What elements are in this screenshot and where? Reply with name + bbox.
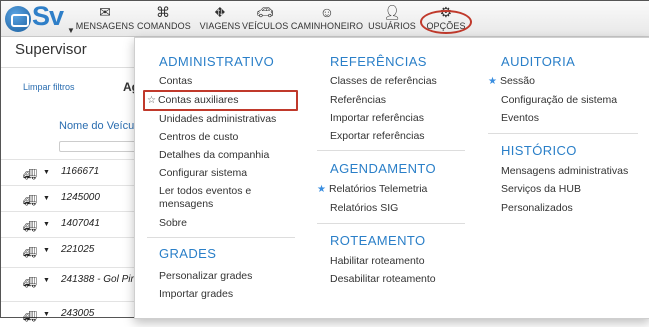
section-heading-administrativo: ADMINISTRATIVO xyxy=(159,54,275,69)
page-title: Supervisor xyxy=(15,41,87,58)
truck-icon: 🚚︎ xyxy=(23,195,37,207)
menu-item-unidades-administrativas[interactable]: Unidades administrativas xyxy=(159,113,276,126)
menu-item-configurar-sistema[interactable]: Configurar sistema xyxy=(159,167,247,180)
nav-usuarios[interactable]: 👤︎ USUÁRIOS xyxy=(368,3,416,35)
chevron-down-icon: ▼ xyxy=(67,26,75,35)
menu-item-habilitar-roteamento[interactable]: Habilitar roteamento xyxy=(330,255,425,268)
menu-item-configuracao-de-sistema[interactable]: Configuração de sistema xyxy=(501,94,617,107)
menu-item-contas[interactable]: Contas xyxy=(159,75,192,88)
truck-icon: 🚚︎ xyxy=(23,169,37,181)
section-heading-auditoria: AUDITORIA xyxy=(501,54,576,69)
car-icon: 🚗︎ xyxy=(256,4,274,20)
menu-item-ler-todos-eventos[interactable]: Ler todos eventos e mensagens xyxy=(159,185,279,211)
vehicle-name: 221025 xyxy=(61,244,95,255)
menu-item-personalizados[interactable]: Personalizados xyxy=(501,202,573,215)
nav-caminhoneiro[interactable]: ☺ CAMINHONEIRO xyxy=(290,3,364,35)
vehicle-name: 1407041 xyxy=(61,218,100,229)
vehicle-name: 243005 xyxy=(61,308,95,319)
divider xyxy=(317,223,465,224)
section-heading-historico: HISTÓRICO xyxy=(501,143,577,158)
divider xyxy=(317,150,465,151)
nav-label: VIAGENS xyxy=(199,21,241,31)
menu-item-detalhes-da-companhia[interactable]: Detalhes da companhia xyxy=(159,149,269,162)
chevron-down-icon[interactable]: ▼ xyxy=(43,221,50,228)
menu-item-mensagens-administrativas[interactable]: Mensagens administrativas xyxy=(501,165,628,178)
menu-item-sessao[interactable]: ★ Sessão xyxy=(488,75,535,88)
star-icon[interactable]: ★ xyxy=(317,184,326,195)
truck-icon: 🚚︎ xyxy=(23,247,37,259)
truck-icon: 🚚︎ xyxy=(23,311,37,323)
vehicle-name: 241388 - Gol Pir xyxy=(61,274,134,285)
column-header-vehicle-name[interactable]: Nome do Veículo xyxy=(59,120,143,132)
section-heading-roteamento: ROTEAMENTO xyxy=(330,233,426,248)
clear-filters-link[interactable]: Limpar filtros xyxy=(23,82,75,92)
section-heading-referencias: REFERÊNCIAS xyxy=(330,54,427,69)
vehicle-name: 1166671 xyxy=(61,166,100,177)
star-icon[interactable]: ★ xyxy=(488,76,497,87)
chevron-down-icon[interactable]: ▼ xyxy=(43,277,50,284)
nav-viagens[interactable]: ⛖ VIAGENS xyxy=(195,3,245,35)
opcoes-highlight-circle xyxy=(420,10,472,34)
menu-item-label: Relatórios Telemetria xyxy=(328,183,428,195)
menu-item-importar-referencias[interactable]: Importar referências xyxy=(330,112,424,125)
menu-item-label: Sessão xyxy=(499,75,535,87)
user-icon: 👤︎ xyxy=(383,4,401,20)
menu-item-classes-de-referencias[interactable]: Classes de referências xyxy=(330,75,437,88)
command-icon: ⌘ xyxy=(155,4,171,20)
menu-item-importar-grades[interactable]: Importar grades xyxy=(159,288,233,301)
menu-item-desabilitar-roteamento[interactable]: Desabilitar roteamento xyxy=(330,273,436,286)
chevron-down-icon[interactable]: ▼ xyxy=(43,195,50,202)
top-navbar: Sv ▼ ✉ MENSAGENS ⌘ COMANDOS ⛖ VIAGENS 🚗︎… xyxy=(1,1,649,37)
envelope-icon: ✉ xyxy=(99,4,111,20)
chevron-down-icon[interactable]: ▼ xyxy=(43,311,50,318)
menu-item-sobre[interactable]: Sobre xyxy=(159,217,187,230)
options-dropdown-menu: ADMINISTRATIVO Contas ☆ Contas auxiliares… xyxy=(134,37,649,319)
menu-item-servicos-da-hub[interactable]: Serviços da HUB xyxy=(501,183,581,196)
app-logo[interactable]: Sv ▼ xyxy=(5,1,81,35)
nav-label: CAMINHONEIRO xyxy=(290,21,364,31)
chevron-down-icon[interactable]: ▼ xyxy=(43,247,50,254)
nav-label: USUÁRIOS xyxy=(368,21,416,31)
vehicle-name: 1245000 xyxy=(61,192,100,203)
menu-item-referencias[interactable]: Referências xyxy=(330,94,386,107)
chevron-down-icon[interactable]: ▼ xyxy=(43,169,50,176)
logo-icon xyxy=(5,6,31,32)
menu-item-label: Contas auxiliares xyxy=(157,94,239,106)
nav-comandos[interactable]: ⌘ COMANDOS xyxy=(137,3,191,35)
logo-text: Sv xyxy=(32,1,64,31)
divider xyxy=(488,133,638,134)
truck-icon: 🚚︎ xyxy=(23,221,37,233)
nav-label: VEÍCULOS xyxy=(242,21,289,31)
section-heading-grades: GRADES xyxy=(159,246,217,261)
menu-item-relatorios-sig[interactable]: Relatórios SIG xyxy=(330,202,398,215)
nav-label: COMANDOS xyxy=(137,21,191,31)
road-icon: ⛖ xyxy=(214,4,226,20)
star-outline-icon[interactable]: ☆ xyxy=(147,95,156,106)
menu-item-relatorios-telemetria[interactable]: ★ Relatórios Telemetria xyxy=(317,183,427,196)
column-filter-input[interactable] xyxy=(59,141,139,152)
trucker-icon: ☺ xyxy=(319,4,335,20)
nav-veiculos[interactable]: 🚗︎ VEÍCULOS xyxy=(242,3,288,35)
menu-item-eventos[interactable]: Eventos xyxy=(501,112,539,125)
menu-item-centros-de-custo[interactable]: Centros de custo xyxy=(159,131,238,144)
section-heading-agendamento: AGENDAMENTO xyxy=(330,161,437,176)
menu-item-exportar-referencias[interactable]: Exportar referências xyxy=(330,130,425,143)
nav-label: MENSAGENS xyxy=(75,21,135,31)
divider xyxy=(147,237,295,238)
truck-icon: 🚚︎ xyxy=(23,277,37,289)
menu-item-personalizar-grades[interactable]: Personalizar grades xyxy=(159,270,252,283)
nav-mensagens[interactable]: ✉ MENSAGENS xyxy=(75,3,135,35)
menu-item-contas-auxiliares[interactable]: ☆ Contas auxiliares xyxy=(147,94,239,107)
